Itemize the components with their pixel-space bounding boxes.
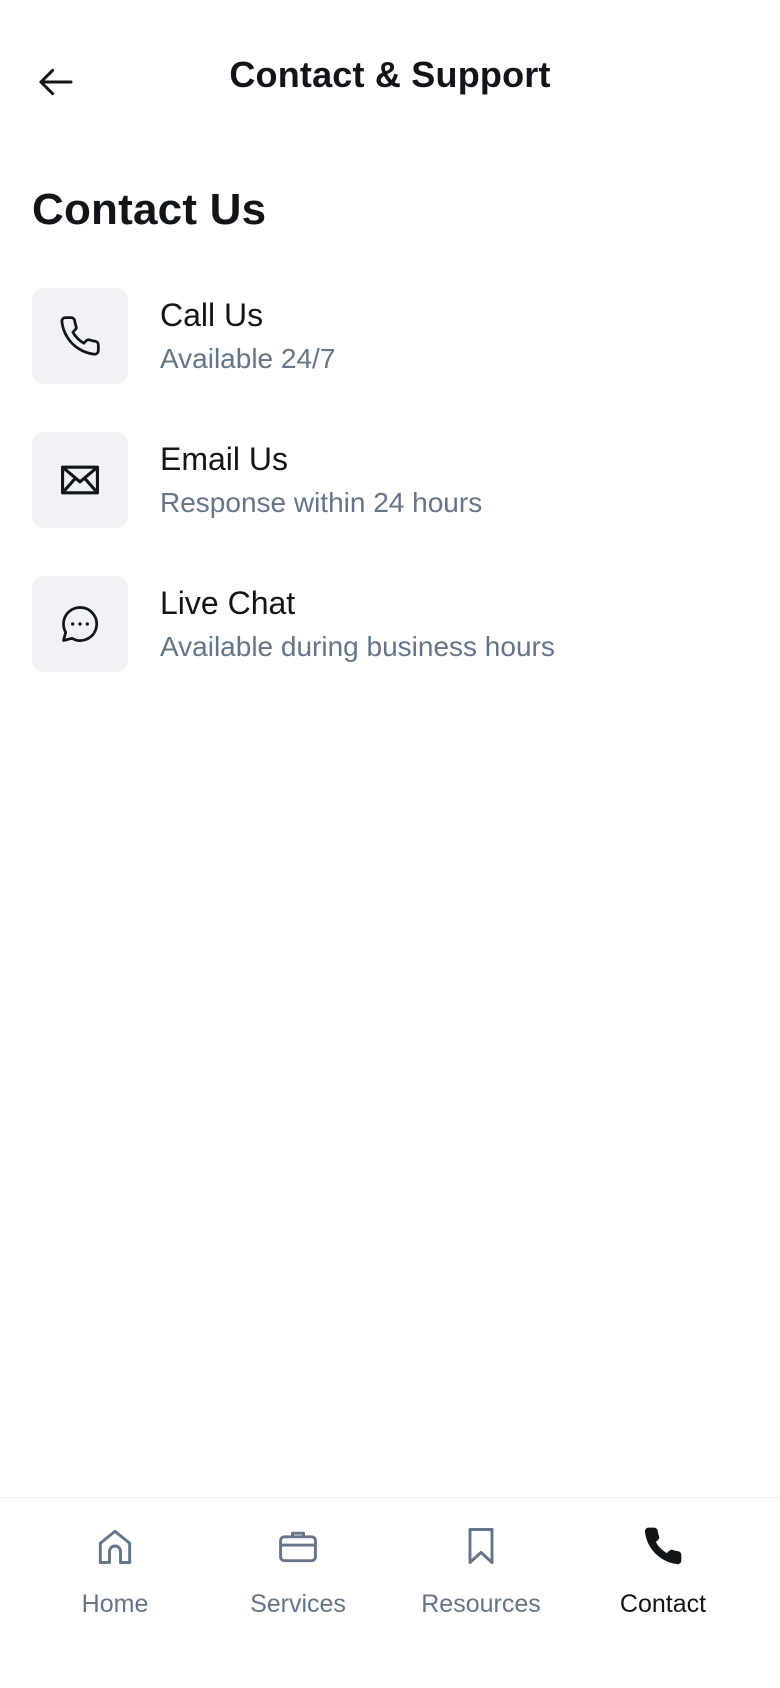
phone-filled-icon bbox=[644, 1527, 682, 1565]
contact-option-call[interactable]: Call Us Available 24/7 bbox=[32, 288, 748, 384]
contact-option-subtitle: Available during business hours bbox=[160, 631, 555, 662]
contact-option-chat[interactable]: Live Chat Available during business hour… bbox=[32, 576, 748, 672]
page-title: Contact & Support bbox=[229, 54, 551, 95]
mail-icon bbox=[61, 465, 99, 495]
home-icon bbox=[98, 1529, 132, 1564]
chat-bubble-icon bbox=[62, 606, 99, 642]
contact-option-text: Email Us Response within 24 hours bbox=[160, 439, 482, 521]
contact-option-subtitle: Available 24/7 bbox=[160, 343, 336, 374]
nav-label: Resources bbox=[421, 1590, 541, 1618]
header: Contact & Support bbox=[0, 0, 780, 160]
nav-item-home[interactable]: Home bbox=[25, 1522, 205, 1632]
bottom-navigation: Home Services Resources Contact bbox=[0, 1497, 780, 1688]
bookmark-icon bbox=[468, 1528, 494, 1564]
section-title: Contact Us bbox=[32, 185, 267, 234]
contact-option-title: Call Us bbox=[160, 297, 264, 333]
contact-option-text: Call Us Available 24/7 bbox=[160, 295, 335, 377]
nav-item-services[interactable]: Services bbox=[208, 1522, 388, 1632]
briefcase-icon bbox=[279, 1531, 317, 1563]
nav-item-resources[interactable]: Resources bbox=[391, 1522, 571, 1632]
contact-option-subtitle: Response within 24 hours bbox=[160, 487, 483, 518]
icon-tile bbox=[32, 288, 128, 384]
nav-label: Services bbox=[250, 1590, 346, 1618]
icon-tile bbox=[32, 576, 128, 672]
contact-option-title: Live Chat bbox=[160, 585, 296, 621]
phone-icon bbox=[60, 316, 100, 356]
contact-support-screen: Contact & Support Contact Us Call Us Ava… bbox=[0, 0, 780, 1688]
nav-label: Home bbox=[81, 1590, 149, 1618]
contact-option-text: Live Chat Available during business hour… bbox=[160, 583, 555, 665]
contact-option-email[interactable]: Email Us Response within 24 hours bbox=[32, 432, 748, 528]
contact-option-title: Email Us bbox=[160, 441, 289, 477]
contact-options-list: Call Us Available 24/7 Email Us Response… bbox=[32, 288, 748, 720]
nav-item-contact[interactable]: Contact bbox=[573, 1522, 753, 1632]
nav-label: Contact bbox=[619, 1590, 707, 1618]
icon-tile bbox=[32, 432, 128, 528]
